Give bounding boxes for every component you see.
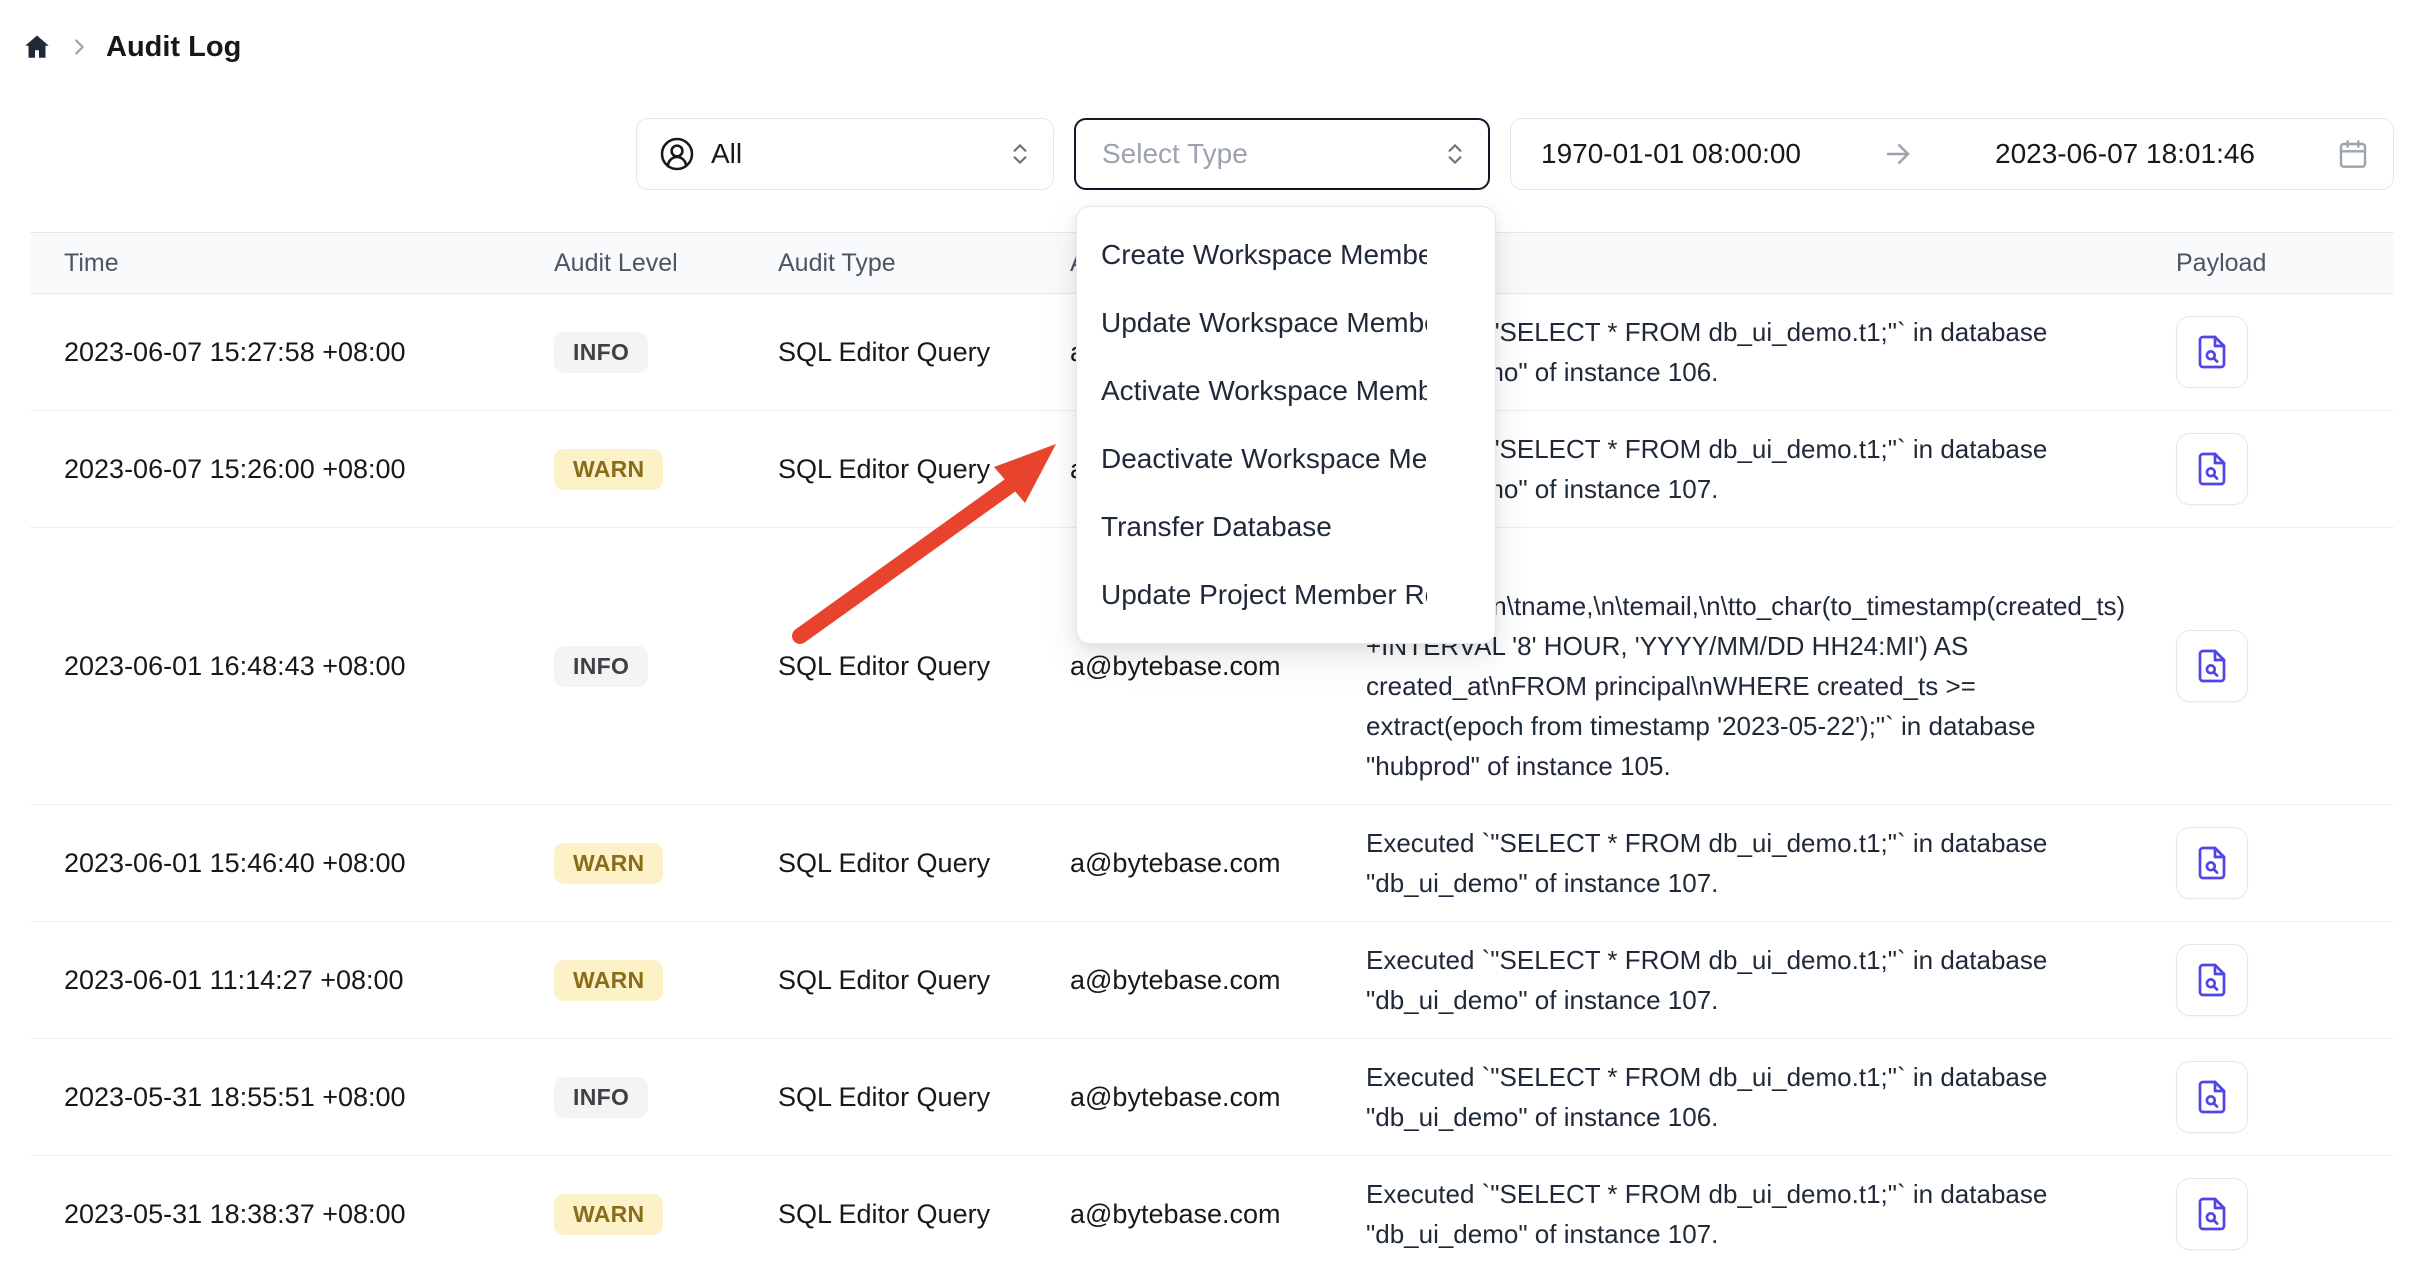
row-time: 2023-06-01 11:14:27 +08:00 [30, 965, 510, 996]
row-time: 2023-06-01 15:46:40 +08:00 [30, 848, 510, 879]
row-payload [2146, 433, 2394, 505]
row-audit-type: SQL Editor Query [734, 965, 1026, 996]
header-payload: Payload [2146, 249, 2394, 278]
row-actor: a@bytebase.com [1026, 848, 1326, 879]
header-audit-level: Audit Level [510, 249, 734, 278]
payload-button[interactable] [2176, 1061, 2248, 1133]
row-comment: Executed `"SELECT * FROM db_ui_demo.t1;"… [1326, 1156, 2146, 1268]
header-time: Time [30, 249, 510, 278]
row-audit-level: WARN [510, 1194, 734, 1235]
row-audit-level: INFO [510, 332, 734, 373]
row-audit-type: SQL Editor Query [734, 454, 1026, 485]
date-range-end: 2023-06-07 18:01:46 [1995, 138, 2255, 170]
header-audit-type: Audit Type [734, 249, 1026, 278]
home-icon[interactable] [22, 32, 52, 62]
audit-level-badge: WARN [554, 1194, 663, 1235]
payload-button[interactable] [2176, 827, 2248, 899]
row-audit-level: WARN [510, 449, 734, 490]
date-range-picker[interactable]: 1970-01-01 08:00:00 2023-06-07 18:01:46 [1510, 118, 2394, 190]
table-row: 2023-06-01 11:14:27 +08:00 WARN SQL Edit… [30, 922, 2394, 1039]
row-audit-level: INFO [510, 1077, 734, 1118]
row-audit-type: SQL Editor Query [734, 1082, 1026, 1113]
row-comment: Executed `"SELECT * FROM db_ui_demo.t1;"… [1326, 805, 2146, 921]
file-search-icon [2194, 648, 2230, 684]
page-title: Audit Log [106, 31, 241, 64]
chevrons-up-down-icon [1442, 141, 1468, 167]
file-search-icon [2194, 334, 2230, 370]
calendar-icon [2337, 138, 2369, 170]
row-audit-type: SQL Editor Query [734, 651, 1026, 682]
type-filter-select[interactable]: Select Type [1074, 118, 1490, 190]
audit-level-badge: WARN [554, 449, 663, 490]
audit-level-badge: INFO [554, 646, 648, 687]
audit-log-page: Audit Log All Select Type 1970-01-01 08:… [0, 0, 2410, 1268]
row-actor: a@bytebase.com [1026, 965, 1326, 996]
payload-button[interactable] [2176, 1178, 2248, 1250]
actor-filter-select[interactable]: All [636, 118, 1054, 190]
type-menu-item[interactable]: Transfer Database [1077, 493, 1427, 561]
row-audit-level: WARN [510, 843, 734, 884]
payload-button[interactable] [2176, 630, 2248, 702]
row-audit-level: WARN [510, 960, 734, 1001]
row-payload [2146, 944, 2394, 1016]
row-payload [2146, 1061, 2394, 1133]
row-audit-level: INFO [510, 646, 734, 687]
file-search-icon [2194, 1079, 2230, 1115]
row-audit-type: SQL Editor Query [734, 1199, 1026, 1230]
payload-button[interactable] [2176, 433, 2248, 505]
user-circle-icon [659, 136, 695, 172]
file-search-icon [2194, 451, 2230, 487]
file-search-icon [2194, 845, 2230, 881]
type-menu-item[interactable]: Activate Workspace Member [1077, 357, 1427, 425]
row-audit-type: SQL Editor Query [734, 337, 1026, 368]
type-filter-placeholder: Select Type [1102, 138, 1248, 170]
audit-level-badge: WARN [554, 960, 663, 1001]
audit-level-badge: INFO [554, 1077, 648, 1118]
row-payload [2146, 1178, 2394, 1250]
row-payload [2146, 630, 2394, 702]
arrow-right-icon [1883, 139, 1913, 169]
file-search-icon [2194, 962, 2230, 998]
chevrons-up-down-icon [1007, 141, 1033, 167]
type-dropdown-menu: Create Workspace Member Update Workspace… [1076, 206, 1496, 644]
type-menu-item[interactable]: Deactivate Workspace Member [1077, 425, 1427, 493]
payload-button[interactable] [2176, 944, 2248, 1016]
row-audit-type: SQL Editor Query [734, 848, 1026, 879]
audit-level-badge: WARN [554, 843, 663, 884]
payload-button[interactable] [2176, 316, 2248, 388]
chevron-right-icon [68, 36, 90, 58]
row-actor: a@bytebase.com [1026, 651, 1326, 682]
type-menu-item[interactable]: Update Project Member Role [1077, 561, 1427, 629]
row-comment: Executed `"SELECT * FROM db_ui_demo.t1;"… [1326, 1039, 2146, 1155]
row-actor: a@bytebase.com [1026, 1082, 1326, 1113]
row-payload [2146, 316, 2394, 388]
row-time: 2023-06-07 15:26:00 +08:00 [30, 454, 510, 485]
audit-level-badge: INFO [554, 332, 648, 373]
row-time: 2023-05-31 18:55:51 +08:00 [30, 1082, 510, 1113]
table-row: 2023-05-31 18:38:37 +08:00 WARN SQL Edit… [30, 1156, 2394, 1268]
table-row: 2023-06-01 15:46:40 +08:00 WARN SQL Edit… [30, 805, 2394, 922]
row-actor: a@bytebase.com [1026, 1199, 1326, 1230]
table-row: 2023-05-31 18:55:51 +08:00 INFO SQL Edit… [30, 1039, 2394, 1156]
type-menu-item[interactable]: Update Workspace Member [1077, 289, 1427, 357]
breadcrumb: Audit Log [22, 22, 241, 72]
file-search-icon [2194, 1196, 2230, 1232]
filter-bar: All Select Type 1970-01-01 08:00:00 2023… [0, 118, 2394, 190]
row-time: 2023-06-01 16:48:43 +08:00 [30, 651, 510, 682]
row-time: 2023-06-07 15:27:58 +08:00 [30, 337, 510, 368]
date-range-start: 1970-01-01 08:00:00 [1541, 138, 1801, 170]
actor-filter-value: All [711, 138, 742, 170]
row-comment: Executed `"SELECT * FROM db_ui_demo.t1;"… [1326, 922, 2146, 1038]
row-payload [2146, 827, 2394, 899]
type-menu-item[interactable]: Create Workspace Member [1077, 221, 1427, 289]
row-time: 2023-05-31 18:38:37 +08:00 [30, 1199, 510, 1230]
